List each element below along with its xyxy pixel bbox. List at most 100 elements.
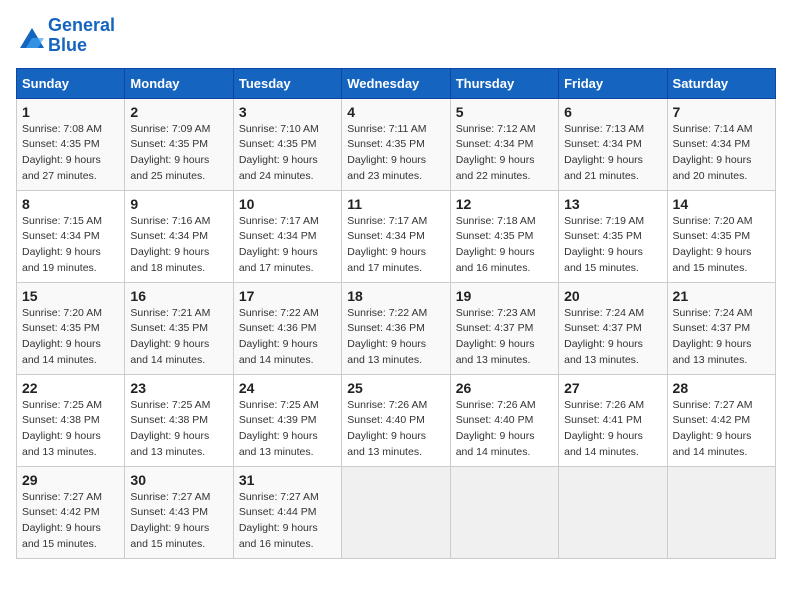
header: General Blue (16, 16, 776, 56)
day-number: 4 (347, 104, 444, 120)
day-number: 7 (673, 104, 770, 120)
day-info: Sunrise: 7:14 AMSunset: 4:34 PMDaylight:… (673, 122, 770, 185)
calendar-cell: 8Sunrise: 7:15 AMSunset: 4:34 PMDaylight… (17, 190, 125, 282)
day-info: Sunrise: 7:25 AMSunset: 4:38 PMDaylight:… (22, 398, 119, 461)
calendar-cell: 16 Sunrise: 7:21 AMSunset: 4:35 PMDayligh… (125, 282, 233, 374)
header-saturday: Saturday (667, 68, 775, 98)
calendar-cell: 2Sunrise: 7:09 AMSunset: 4:35 PMDaylight… (125, 98, 233, 190)
calendar-cell: 23 Sunrise: 7:25 AMSunset: 4:38 PMDayligh… (125, 374, 233, 466)
day-info: Sunrise: 7:24 AMSunset: 4:37 PMDaylight:… (564, 306, 661, 369)
calendar-cell: 12 Sunrise: 7:18 AMSunset: 4:35 PMDayligh… (450, 190, 558, 282)
day-info: Sunrise: 7:23 AMSunset: 4:37 PMDaylight:… (456, 306, 553, 369)
day-number: 25 (347, 380, 444, 396)
day-info: Sunrise: 7:26 AMSunset: 4:40 PMDaylight:… (347, 398, 444, 461)
day-info: Sunrise: 7:10 AMSunset: 4:35 PMDaylight:… (239, 122, 336, 185)
day-number: 26 (456, 380, 553, 396)
day-number: 15 (22, 288, 119, 304)
day-number: 19 (456, 288, 553, 304)
calendar-cell (450, 466, 558, 558)
calendar-table: SundayMondayTuesdayWednesdayThursdayFrid… (16, 68, 776, 559)
day-info: Sunrise: 7:22 AMSunset: 4:36 PMDaylight:… (239, 306, 336, 369)
calendar-cell: 13 Sunrise: 7:19 AMSunset: 4:35 PMDayligh… (559, 190, 667, 282)
day-info: Sunrise: 7:13 AMSunset: 4:34 PMDaylight:… (564, 122, 661, 185)
day-number: 17 (239, 288, 336, 304)
logo-text: General Blue (48, 16, 115, 56)
calendar-cell: 26 Sunrise: 7:26 AMSunset: 4:40 PMDayligh… (450, 374, 558, 466)
day-info: Sunrise: 7:27 AMSunset: 4:42 PMDaylight:… (22, 490, 119, 553)
day-number: 11 (347, 196, 444, 212)
day-info: Sunrise: 7:17 AMSunset: 4:34 PMDaylight:… (347, 214, 444, 277)
day-number: 6 (564, 104, 661, 120)
calendar-cell: 21Sunrise: 7:24 AMSunset: 4:37 PMDayligh… (667, 282, 775, 374)
calendar-cell: 18 Sunrise: 7:22 AMSunset: 4:36 PMDayligh… (342, 282, 450, 374)
calendar-cell: 15 Sunrise: 7:20 AMSunset: 4:35 PMDayligh… (17, 282, 125, 374)
calendar-cell (342, 466, 450, 558)
header-tuesday: Tuesday (233, 68, 341, 98)
day-number: 16 (130, 288, 227, 304)
day-info: Sunrise: 7:08 AMSunset: 4:35 PMDaylight:… (22, 122, 119, 185)
logo-icon (16, 24, 44, 48)
day-info: Sunrise: 7:16 AMSunset: 4:34 PMDaylight:… (130, 214, 227, 277)
calendar-cell: 27 Sunrise: 7:26 AMSunset: 4:41 PMDayligh… (559, 374, 667, 466)
day-number: 12 (456, 196, 553, 212)
day-number: 3 (239, 104, 336, 120)
day-number: 13 (564, 196, 661, 212)
calendar-header-row: SundayMondayTuesdayWednesdayThursdayFrid… (17, 68, 776, 98)
calendar-cell (559, 466, 667, 558)
day-info: Sunrise: 7:15 AMSunset: 4:34 PMDaylight:… (22, 214, 119, 277)
day-info: Sunrise: 7:24 AMSunset: 4:37 PMDaylight:… (673, 306, 770, 369)
calendar-cell (667, 466, 775, 558)
day-number: 30 (130, 472, 227, 488)
day-info: Sunrise: 7:27 AMSunset: 4:43 PMDaylight:… (130, 490, 227, 553)
day-number: 10 (239, 196, 336, 212)
header-sunday: Sunday (17, 68, 125, 98)
day-number: 29 (22, 472, 119, 488)
day-info: Sunrise: 7:27 AMSunset: 4:42 PMDaylight:… (673, 398, 770, 461)
calendar-week-1: 1 Sunrise: 7:08 AMSunset: 4:35 PMDaylight… (17, 98, 776, 190)
day-number: 23 (130, 380, 227, 396)
header-thursday: Thursday (450, 68, 558, 98)
calendar-cell: 17 Sunrise: 7:22 AMSunset: 4:36 PMDayligh… (233, 282, 341, 374)
calendar-week-4: 22 Sunrise: 7:25 AMSunset: 4:38 PMDayligh… (17, 374, 776, 466)
day-number: 28 (673, 380, 770, 396)
day-info: Sunrise: 7:17 AMSunset: 4:34 PMDaylight:… (239, 214, 336, 277)
day-number: 27 (564, 380, 661, 396)
logo: General Blue (16, 16, 115, 56)
day-info: Sunrise: 7:11 AMSunset: 4:35 PMDaylight:… (347, 122, 444, 185)
calendar-cell: 5Sunrise: 7:12 AMSunset: 4:34 PMDaylight… (450, 98, 558, 190)
calendar-cell: 29 Sunrise: 7:27 AMSunset: 4:42 PMDayligh… (17, 466, 125, 558)
calendar-cell: 11 Sunrise: 7:17 AMSunset: 4:34 PMDayligh… (342, 190, 450, 282)
calendar-cell: 3 Sunrise: 7:10 AMSunset: 4:35 PMDaylight… (233, 98, 341, 190)
day-number: 31 (239, 472, 336, 488)
day-info: Sunrise: 7:22 AMSunset: 4:36 PMDaylight:… (347, 306, 444, 369)
calendar-week-5: 29 Sunrise: 7:27 AMSunset: 4:42 PMDayligh… (17, 466, 776, 558)
day-number: 20 (564, 288, 661, 304)
day-info: Sunrise: 7:25 AMSunset: 4:38 PMDaylight:… (130, 398, 227, 461)
calendar-cell: 24Sunrise: 7:25 AMSunset: 4:39 PMDayligh… (233, 374, 341, 466)
calendar-cell: 6 Sunrise: 7:13 AMSunset: 4:34 PMDaylight… (559, 98, 667, 190)
calendar-cell: 19 Sunrise: 7:23 AMSunset: 4:37 PMDayligh… (450, 282, 558, 374)
calendar-cell: 9Sunrise: 7:16 AMSunset: 4:34 PMDaylight… (125, 190, 233, 282)
header-wednesday: Wednesday (342, 68, 450, 98)
calendar-cell: 10 Sunrise: 7:17 AMSunset: 4:34 PMDayligh… (233, 190, 341, 282)
day-info: Sunrise: 7:20 AMSunset: 4:35 PMDaylight:… (673, 214, 770, 277)
day-number: 18 (347, 288, 444, 304)
calendar-week-3: 15 Sunrise: 7:20 AMSunset: 4:35 PMDayligh… (17, 282, 776, 374)
day-info: Sunrise: 7:20 AMSunset: 4:35 PMDaylight:… (22, 306, 119, 369)
day-info: Sunrise: 7:26 AMSunset: 4:41 PMDaylight:… (564, 398, 661, 461)
day-info: Sunrise: 7:26 AMSunset: 4:40 PMDaylight:… (456, 398, 553, 461)
day-info: Sunrise: 7:19 AMSunset: 4:35 PMDaylight:… (564, 214, 661, 277)
header-monday: Monday (125, 68, 233, 98)
calendar-cell: 22 Sunrise: 7:25 AMSunset: 4:38 PMDayligh… (17, 374, 125, 466)
day-number: 14 (673, 196, 770, 212)
calendar-cell: 1 Sunrise: 7:08 AMSunset: 4:35 PMDaylight… (17, 98, 125, 190)
day-info: Sunrise: 7:12 AMSunset: 4:34 PMDaylight:… (456, 122, 553, 185)
calendar-week-2: 8Sunrise: 7:15 AMSunset: 4:34 PMDaylight… (17, 190, 776, 282)
day-info: Sunrise: 7:21 AMSunset: 4:35 PMDaylight:… (130, 306, 227, 369)
day-info: Sunrise: 7:09 AMSunset: 4:35 PMDaylight:… (130, 122, 227, 185)
day-number: 22 (22, 380, 119, 396)
day-number: 1 (22, 104, 119, 120)
calendar-cell: 4 Sunrise: 7:11 AMSunset: 4:35 PMDaylight… (342, 98, 450, 190)
day-info: Sunrise: 7:18 AMSunset: 4:35 PMDaylight:… (456, 214, 553, 277)
calendar-cell: 14 Sunrise: 7:20 AMSunset: 4:35 PMDayligh… (667, 190, 775, 282)
